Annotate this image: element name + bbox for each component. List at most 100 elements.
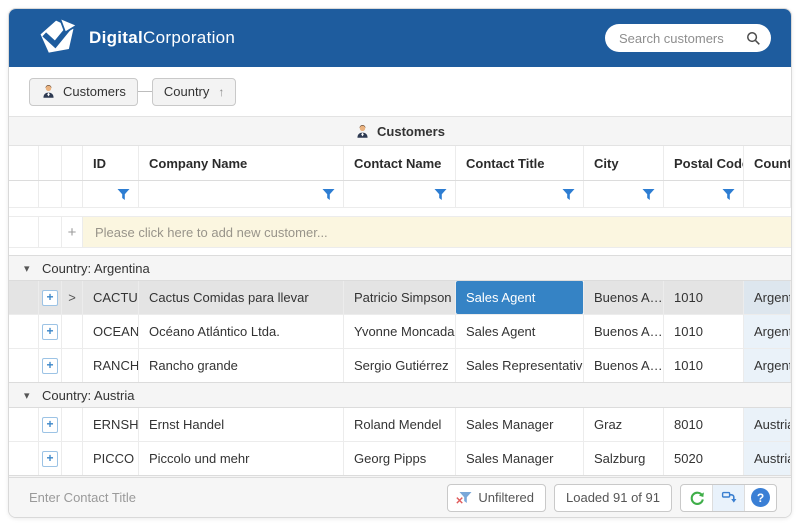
row-indent-cell: [9, 442, 39, 475]
refresh-icon: [689, 490, 705, 506]
filter-funnel-icon[interactable]: [722, 188, 735, 201]
group-row[interactable]: ▾Country: Austria: [9, 382, 791, 408]
filter-row: [9, 181, 791, 208]
cell-contact-title[interactable]: Sales Manager: [456, 442, 584, 475]
expand-row-icon[interactable]: +: [42, 451, 58, 467]
filter-cell-country[interactable]: [744, 181, 791, 207]
column-header-postal-code[interactable]: Postal Code: [664, 146, 744, 180]
filter-funnel-icon[interactable]: [562, 188, 575, 201]
cell-postal-code[interactable]: 5020: [664, 442, 744, 475]
cell-id[interactable]: ERNSH: [83, 408, 139, 441]
expand-row-icon[interactable]: +: [42, 290, 58, 306]
filter-funnel-icon[interactable]: [117, 188, 130, 201]
cell-id[interactable]: PICCO: [83, 442, 139, 475]
column-header-country[interactable]: Country: [744, 146, 791, 180]
search-input[interactable]: Search customers: [605, 24, 771, 52]
unfiltered-button[interactable]: ✕ Unfiltered: [447, 484, 546, 512]
cell-contact-name[interactable]: Georg Pipps: [344, 442, 456, 475]
focus-indicator-cell: >: [62, 281, 83, 314]
cell-contact-title[interactable]: Sales Agent: [456, 315, 584, 348]
focus-indicator-cell: [62, 442, 83, 475]
filter-cell-company-name[interactable]: [139, 181, 344, 207]
expand-row-icon[interactable]: +: [42, 417, 58, 433]
group-row[interactable]: ▾Country: Argentina: [9, 255, 791, 281]
filter-cell-contact-name[interactable]: [344, 181, 456, 207]
filter-funnel-icon[interactable]: [434, 188, 447, 201]
cell-city[interactable]: Buenos A…: [584, 281, 664, 314]
refresh-button[interactable]: [681, 485, 712, 511]
brand-rest: Corporation: [143, 28, 235, 47]
expand-row-cell[interactable]: +: [39, 315, 62, 348]
filter-cell-postal-code[interactable]: [664, 181, 744, 207]
cell-country[interactable]: Argentina: [744, 349, 791, 382]
focused-row-icon: >: [68, 290, 76, 305]
cell-postal-code[interactable]: 8010: [664, 408, 744, 441]
expand-row-cell[interactable]: +: [39, 281, 62, 314]
cell-country[interactable]: Austria: [744, 408, 791, 441]
cell-id[interactable]: RANCH: [83, 349, 139, 382]
column-header-id[interactable]: ID: [83, 146, 139, 180]
cell-contact-title[interactable]: Sales Agent: [456, 281, 584, 314]
cell-city[interactable]: Graz: [584, 408, 664, 441]
cell-country[interactable]: Austria: [744, 442, 791, 475]
cell-contact-name[interactable]: Yvonne Moncada: [344, 315, 456, 348]
help-icon: ?: [751, 488, 770, 507]
cell-city[interactable]: Salzburg: [584, 442, 664, 475]
group-chip-country[interactable]: Country ↑: [152, 78, 237, 106]
header-indent-cell: [62, 146, 83, 180]
cell-contact-name[interactable]: Roland Mendel: [344, 408, 456, 441]
cell-postal-code[interactable]: 1010: [664, 281, 744, 314]
breadcrumb: Customers Country ↑: [9, 67, 791, 116]
cell-company-name[interactable]: Piccolo und mehr: [139, 442, 344, 475]
add-new-row[interactable]: + Please click here to add new customer.…: [9, 216, 791, 248]
spacer: [9, 208, 791, 216]
add-row-plus-cell[interactable]: +: [62, 217, 83, 247]
add-row-indent: [39, 217, 62, 247]
filter-indent-cell: [39, 181, 62, 207]
column-header-city[interactable]: City: [584, 146, 664, 180]
cell-id[interactable]: CACTU: [83, 281, 139, 314]
app-window: DigitalCorporation Search customers Cust…: [8, 8, 792, 518]
expand-row-icon[interactable]: +: [42, 324, 58, 340]
cell-contact-title[interactable]: Sales Representative: [456, 349, 584, 382]
column-header-company-name[interactable]: Company Name: [139, 146, 344, 180]
group-expanded-icon[interactable]: ▾: [24, 262, 42, 275]
filter-cell-city[interactable]: [584, 181, 664, 207]
cell-contact-title[interactable]: Sales Manager: [456, 408, 584, 441]
column-header-contact-name[interactable]: Contact Name: [344, 146, 456, 180]
cell-company-name[interactable]: Océano Atlántico Ltda.: [139, 315, 344, 348]
table-row: + ERNSHErnst HandelRoland MendelSales Man…: [9, 408, 791, 442]
cell-id[interactable]: OCEAN: [83, 315, 139, 348]
cell-postal-code[interactable]: 1010: [664, 349, 744, 382]
cell-company-name[interactable]: Cactus Comidas para llevar: [139, 281, 344, 314]
header-indent-cell: [9, 146, 39, 180]
expand-row-icon[interactable]: +: [42, 358, 58, 374]
search-icon[interactable]: [746, 31, 761, 46]
cell-company-name[interactable]: Ernst Handel: [139, 408, 344, 441]
cell-company-name[interactable]: Rancho grande: [139, 349, 344, 382]
customers-chip[interactable]: Customers: [29, 78, 138, 106]
export-button[interactable]: [712, 485, 744, 511]
cell-city[interactable]: Buenos A…: [584, 349, 664, 382]
cell-postal-code[interactable]: 1010: [664, 315, 744, 348]
filter-funnel-icon[interactable]: [642, 188, 655, 201]
filter-cell-id[interactable]: [83, 181, 139, 207]
expand-row-cell[interactable]: +: [39, 442, 62, 475]
expand-row-cell[interactable]: +: [39, 408, 62, 441]
filter-funnel-icon[interactable]: [322, 188, 335, 201]
help-button[interactable]: ?: [744, 485, 776, 511]
loaded-count-button[interactable]: Loaded 91 of 91: [554, 484, 672, 512]
cell-country[interactable]: Argentina: [744, 281, 791, 314]
status-hint: Enter Contact Title: [29, 490, 439, 505]
cell-city[interactable]: Buenos A…: [584, 315, 664, 348]
cell-contact-name[interactable]: Patricio Simpson: [344, 281, 456, 314]
filter-cell-contact-title[interactable]: [456, 181, 584, 207]
cell-contact-name[interactable]: Sergio Gutiérrez: [344, 349, 456, 382]
expand-row-cell[interactable]: +: [39, 349, 62, 382]
group-expanded-icon[interactable]: ▾: [24, 389, 42, 402]
add-row-message[interactable]: Please click here to add new customer...: [83, 217, 791, 247]
row-indent-cell: [9, 315, 39, 348]
status-bar: Enter Contact Title ✕ Unfiltered Loaded …: [9, 477, 791, 517]
cell-country[interactable]: Argentina: [744, 315, 791, 348]
column-header-contact-title[interactable]: Contact Title: [456, 146, 584, 180]
